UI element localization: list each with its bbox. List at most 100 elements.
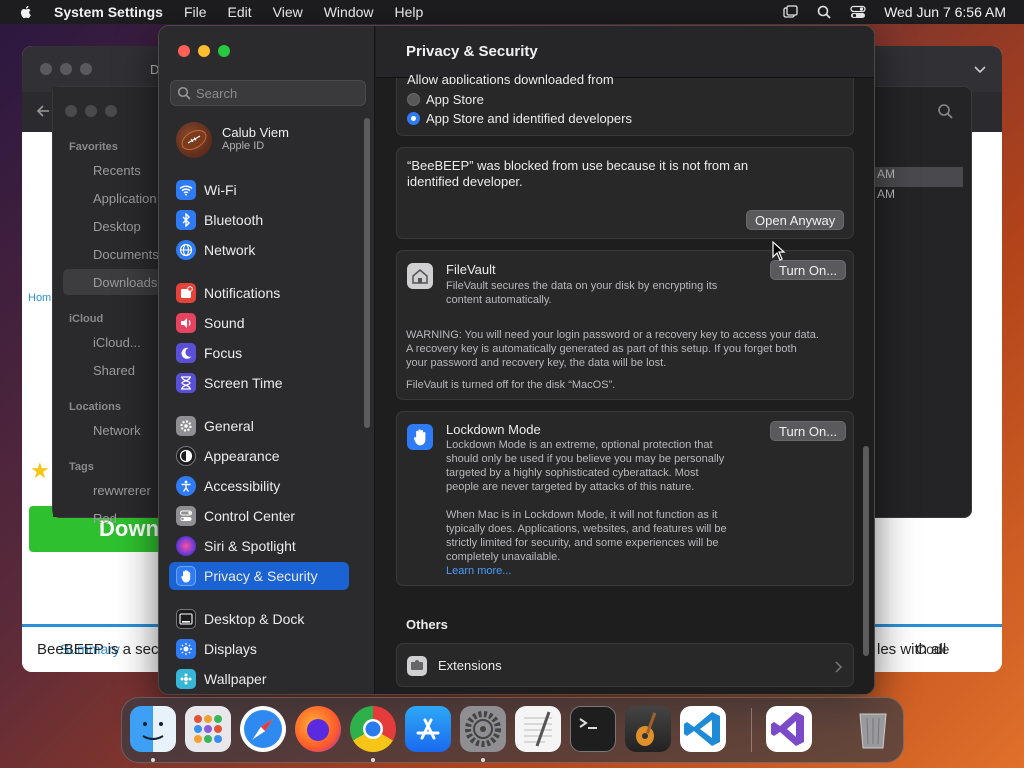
football-icon <box>181 130 207 150</box>
sidebar-item-privacy-security[interactable]: Privacy & Security <box>169 562 349 590</box>
dock-separator <box>751 708 752 752</box>
menu-window[interactable]: Window <box>324 4 374 20</box>
finder-sidebar: Favorites Recents Application Desktop Do… <box>53 87 163 526</box>
terminal-dock-icon[interactable] <box>570 706 616 752</box>
system-settings-dock-icon[interactable] <box>460 706 506 752</box>
radio-identified-developers[interactable]: App Store and identified developers <box>407 111 632 126</box>
focus-icon <box>176 343 196 363</box>
sidebar-item-general[interactable]: General <box>169 412 349 440</box>
siri-icon <box>176 536 196 556</box>
sidebar-item-bluetooth[interactable]: Bluetooth <box>169 206 349 234</box>
textedit-dock-icon[interactable] <box>515 706 561 752</box>
desktop-dock-icon <box>176 609 196 629</box>
sidebar-scrollbar[interactable] <box>364 118 370 428</box>
open-anyway-button[interactable]: Open Anyway <box>746 210 845 230</box>
dock <box>121 697 904 763</box>
finder-locations-heading: Locations <box>69 401 121 413</box>
firefox-dock-icon[interactable] <box>295 706 341 752</box>
sidebar-item-label: General <box>204 418 254 434</box>
filevault-desc-line1: FileVault secures the data on your disk … <box>446 280 718 292</box>
running-indicator <box>481 758 485 762</box>
finder-zoom-dim <box>105 105 117 117</box>
sidebar-item-notifications[interactable]: Notifications <box>169 279 349 307</box>
radio-button[interactable] <box>407 93 420 106</box>
filevault-title: FileVault <box>446 262 496 277</box>
menu-edit[interactable]: Edit <box>228 4 252 20</box>
visual-studio-dock-icon[interactable] <box>766 706 812 752</box>
sidebar-item-label: Wi-Fi <box>204 182 237 198</box>
running-indicator <box>371 758 375 762</box>
lockdown-title: Lockdown Mode <box>446 422 541 437</box>
app-store-dock-icon[interactable] <box>405 706 451 752</box>
menubar-clock[interactable]: Wed Jun 7 6:56 AM <box>884 4 1006 20</box>
filevault-warning-line3: your password and recovery key, the data… <box>406 357 667 369</box>
control-center-icon[interactable] <box>850 4 866 20</box>
menu-help[interactable]: Help <box>395 4 424 20</box>
settings-sidebar: Calub Viem Apple ID Wi-Fi Bluetooth Netw… <box>159 26 375 694</box>
sidebar-item-label: Focus <box>204 345 243 361</box>
finder-item: Recents <box>93 163 141 178</box>
minimize-button[interactable] <box>198 45 210 57</box>
privacy-hand-icon <box>176 566 196 586</box>
vscode-dock-icon[interactable] <box>680 706 726 752</box>
search-field[interactable] <box>170 80 366 106</box>
sidebar-item-network[interactable]: Network <box>169 236 349 264</box>
chrome-dock-icon[interactable] <box>350 706 396 752</box>
rating-star-icon: ★ <box>30 458 50 483</box>
sidebar-item-siri-spotlight[interactable]: Siri & Spotlight <box>169 532 349 560</box>
sidebar-item-label: Displays <box>204 641 257 657</box>
content-scrollbar[interactable] <box>863 446 869 656</box>
finder-item: Desktop <box>93 219 141 234</box>
safari-dock-icon[interactable] <box>240 706 286 752</box>
sidebar-item-displays[interactable]: Displays <box>169 635 349 663</box>
sidebar-item-focus[interactable]: Focus <box>169 339 349 367</box>
sidebar-item-wifi[interactable]: Wi-Fi <box>169 176 349 204</box>
extensions-row[interactable]: Extensions <box>396 643 854 687</box>
sidebar-item-desktop-dock[interactable]: Desktop & Dock <box>169 605 349 633</box>
sidebar-item-sound[interactable]: Sound <box>169 309 349 337</box>
search-icon <box>177 86 191 100</box>
back-arrow-icon <box>36 105 49 117</box>
apple-icon[interactable] <box>18 4 34 20</box>
lockdown-desc2-line2: typically does. Applications, websites, … <box>446 523 727 535</box>
filevault-turn-on-button[interactable]: Turn On... <box>770 260 847 280</box>
finder-dock-icon[interactable] <box>130 706 176 752</box>
allow-apps-heading: Allow applications downloaded from <box>407 72 614 84</box>
menu-view[interactable]: View <box>273 4 303 20</box>
notifications-icon <box>176 283 196 303</box>
sidebar-item-control-center[interactable]: Control Center <box>169 502 349 530</box>
filevault-warning-line1: WARNING: You will need your login passwo… <box>406 329 819 341</box>
window-icon[interactable] <box>782 4 798 20</box>
account-name: Calub Viem <box>222 125 289 140</box>
garageband-dock-icon[interactable] <box>625 706 671 752</box>
sidebar-item-screen-time[interactable]: Screen Time <box>169 369 349 397</box>
apple-id-account[interactable]: Calub Viem Apple ID <box>173 120 363 160</box>
close-button[interactable] <box>178 45 190 57</box>
wifi-icon <box>176 180 196 200</box>
lockdown-desc-line2: should only be used if you believe you m… <box>446 453 725 465</box>
menu-app-name[interactable]: System Settings <box>54 4 163 20</box>
finder-favorites-heading: Favorites <box>69 141 118 153</box>
account-subtitle: Apple ID <box>222 140 265 152</box>
search-input[interactable] <box>196 84 361 102</box>
learn-more-link[interactable]: Learn more... <box>446 564 511 578</box>
radio-app-store[interactable]: App Store <box>407 92 484 107</box>
menu-file[interactable]: File <box>184 4 207 20</box>
lockdown-turn-on-button[interactable]: Turn On... <box>770 421 847 441</box>
sidebar-item-appearance[interactable]: Appearance <box>169 442 349 470</box>
launchpad-dock-icon[interactable] <box>185 706 231 752</box>
radio-button-selected[interactable] <box>407 112 420 125</box>
sidebar-item-wallpaper[interactable]: Wallpaper <box>169 665 349 693</box>
privacy-security-pane: Privacy & Security Allow applications do… <box>376 26 874 694</box>
spotlight-icon[interactable] <box>816 4 832 20</box>
trash-dock-icon[interactable] <box>850 706 896 752</box>
list-item: AM <box>873 167 963 187</box>
extensions-label: Extensions <box>438 658 502 673</box>
filevault-desc-line2: content automatically. <box>446 294 552 306</box>
sidebar-item-accessibility[interactable]: Accessibility <box>169 472 349 500</box>
general-icon <box>176 416 196 436</box>
zoom-button[interactable] <box>218 45 230 57</box>
system-settings-window: Calub Viem Apple ID Wi-Fi Bluetooth Netw… <box>158 25 875 695</box>
menu-bar: System Settings File Edit View Window He… <box>0 0 1024 24</box>
finder-item: Red <box>93 511 117 526</box>
